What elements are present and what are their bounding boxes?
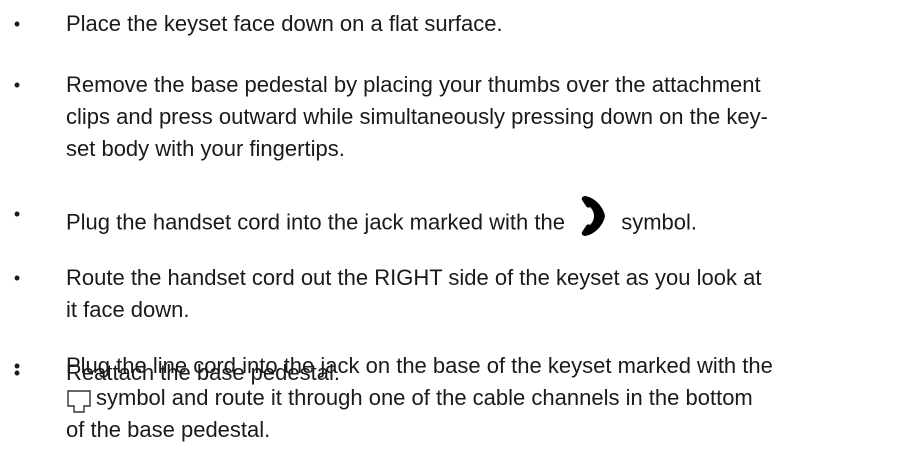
item-text-line: symbol and route it through one of the c… — [96, 385, 753, 410]
item-text: Plug the handset cord into the jack mark… — [66, 195, 911, 249]
item-text-line: set body with your fingertips. — [66, 136, 345, 161]
bullet: • — [13, 268, 21, 288]
item-text-line: clips and press outward while simultaneo… — [66, 104, 768, 129]
item-text: Plug the line cord into the jack on the … — [66, 350, 911, 446]
bullet: • — [13, 204, 21, 224]
item-text-after: symbol. — [621, 209, 697, 235]
line-jack-icon — [66, 389, 92, 424]
bullet: • — [13, 75, 21, 95]
handset-icon — [579, 195, 609, 246]
item-text-line: Plug the line cord into the jack on the … — [66, 353, 773, 378]
item-text-line: it face down. — [66, 297, 190, 322]
item-text: Route the handset cord out the RIGHT sid… — [66, 262, 911, 326]
bullet: • — [13, 356, 21, 376]
item-text-line: of the base pedestal. — [66, 417, 271, 442]
item-text-line: Remove the base pedestal by placing your… — [66, 72, 761, 97]
bullet: • — [13, 14, 21, 34]
item-text-line: Route the handset cord out the RIGHT sid… — [66, 265, 762, 290]
item-text: Remove the base pedestal by placing your… — [66, 69, 911, 165]
item-text: Place the keyset face down on a flat sur… — [66, 11, 503, 36]
item-text-before: Plug the handset cord into the jack mark… — [66, 209, 565, 235]
